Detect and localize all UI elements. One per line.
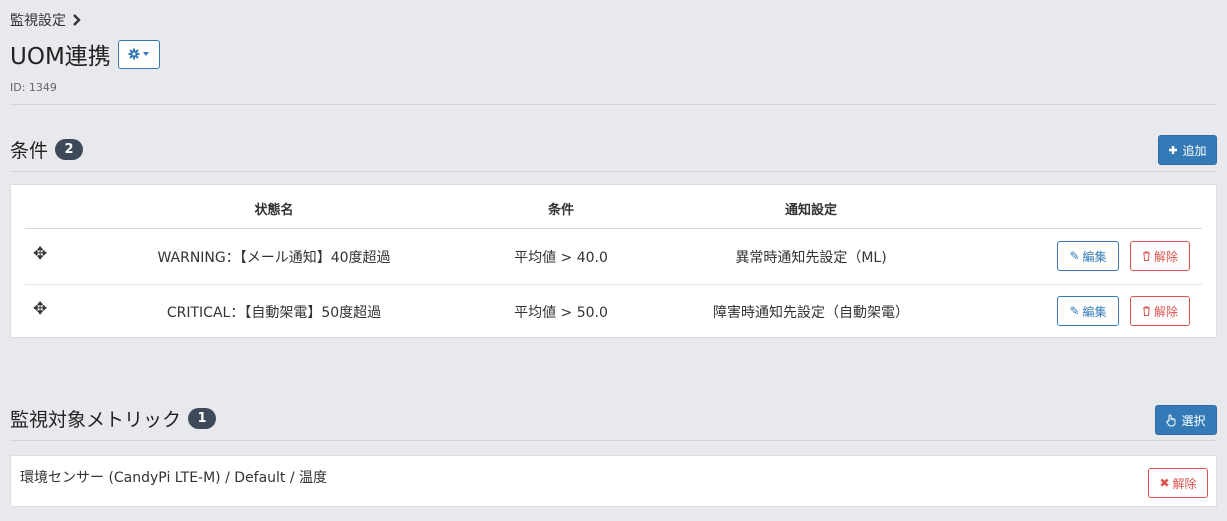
trash-icon bbox=[1142, 251, 1150, 261]
edit-icon: ✎ bbox=[1069, 304, 1080, 318]
move-handle-icon[interactable]: ✥ bbox=[33, 244, 47, 264]
remove-button[interactable]: 解除 bbox=[1130, 296, 1190, 326]
divider bbox=[10, 171, 1217, 172]
trash-icon bbox=[1142, 306, 1150, 316]
divider bbox=[10, 440, 1217, 441]
remove-button[interactable]: 解除 bbox=[1130, 241, 1190, 271]
add-condition-button[interactable]: 追加 bbox=[1158, 135, 1217, 165]
record-id: ID: 1349 bbox=[10, 81, 57, 94]
close-icon: ✖ bbox=[1159, 476, 1170, 490]
edit-label: 編集 bbox=[1082, 304, 1107, 319]
row-notification: 異常時通知先設定（ML) bbox=[735, 250, 887, 266]
conditions-header: 条件 2 bbox=[10, 136, 84, 163]
table-row: ✥ WARNING：【メール通知】40度超過 平均値 > 40.0 異常時通知先… bbox=[11, 229, 1216, 284]
breadcrumb: 監視設定 bbox=[10, 10, 81, 30]
column-header-notification: 通知設定 bbox=[784, 203, 837, 218]
gear-icon bbox=[128, 48, 140, 60]
remove-label: 解除 bbox=[1153, 249, 1178, 264]
chevron-right-icon bbox=[73, 14, 81, 26]
conditions-title: 条件 bbox=[10, 140, 49, 162]
remove-metric-label: 解除 bbox=[1172, 476, 1197, 491]
table-row: ✥ CRITICAL：【自動架電】50度超過 平均値 > 50.0 障害時通知先… bbox=[11, 284, 1216, 339]
row-state-name: WARNING：【メール通知】40度超過 bbox=[157, 250, 391, 266]
chevron-down-icon bbox=[143, 52, 150, 56]
page-title-row: UOM連携 bbox=[10, 37, 160, 71]
add-condition-label: 追加 bbox=[1182, 143, 1207, 158]
metrics-count-badge: 1 bbox=[188, 408, 217, 429]
page-title: UOM連携 bbox=[10, 44, 111, 70]
settings-dropdown-button[interactable] bbox=[117, 39, 160, 69]
divider bbox=[10, 104, 1217, 105]
edit-icon: ✎ bbox=[1069, 249, 1080, 263]
edit-label: 編集 bbox=[1082, 249, 1107, 264]
remove-label: 解除 bbox=[1153, 304, 1178, 319]
breadcrumb-item-monitor-settings[interactable]: 監視設定 bbox=[10, 10, 66, 30]
metrics-header: 監視対象メトリック 1 bbox=[10, 405, 217, 432]
row-notification: 障害時通知先設定（自動架電） bbox=[713, 305, 909, 321]
move-handle-icon[interactable]: ✥ bbox=[33, 299, 47, 319]
select-metric-button[interactable]: 選択 bbox=[1155, 405, 1217, 435]
row-state-name: CRITICAL：【自動架電】50度超過 bbox=[166, 305, 382, 321]
edit-button[interactable]: ✎ 編集 bbox=[1057, 296, 1119, 326]
select-metric-label: 選択 bbox=[1181, 413, 1206, 428]
conditions-count-badge: 2 bbox=[55, 139, 84, 160]
row-condition: 平均値 > 50.0 bbox=[514, 305, 608, 321]
pointer-hand-icon bbox=[1166, 414, 1176, 427]
remove-metric-button[interactable]: ✖ 解除 bbox=[1148, 468, 1208, 498]
row-condition: 平均値 > 40.0 bbox=[514, 250, 608, 266]
column-header-state: 状態名 bbox=[254, 203, 294, 218]
plus-icon bbox=[1169, 146, 1178, 154]
metrics-list: 環境センサー (CandyPi LTE-M) / Default / 温度 ✖ … bbox=[10, 455, 1217, 507]
metrics-title: 監視対象メトリック bbox=[10, 409, 182, 431]
edit-button[interactable]: ✎ 編集 bbox=[1057, 241, 1119, 271]
conditions-table: 状態名 条件 通知設定 ✥ WARNING：【メール通知】40度超過 平均値 >… bbox=[10, 184, 1217, 338]
column-header-condition: 条件 bbox=[547, 203, 574, 218]
metric-item-label: 環境センサー (CandyPi LTE-M) / Default / 温度 bbox=[20, 470, 328, 486]
